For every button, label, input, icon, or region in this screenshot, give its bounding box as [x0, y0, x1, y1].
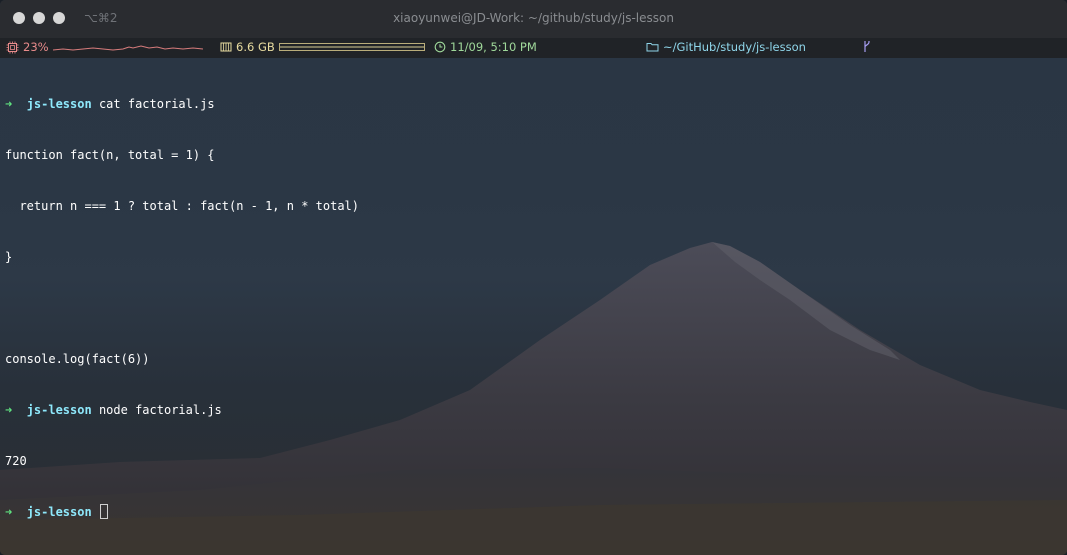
status-bar: 23% 6.6 GB 11/09, 5:10 PM ~/GitHub/study… — [0, 38, 1067, 58]
path-status: ~/GitHub/study/js-lesson — [646, 40, 806, 54]
prompt-arrow: ➜ — [5, 403, 13, 417]
command-text — [92, 505, 99, 519]
memory-status: 6.6 GB — [220, 40, 425, 54]
clock-status: 11/09, 5:10 PM — [434, 40, 537, 54]
window-title: xiaoyunwei@JD-Work: ~/github/study/js-le… — [393, 11, 674, 25]
terminal-window: ⌥⌘2 xiaoyunwei@JD-Work: ~/github/study/j… — [0, 0, 1067, 555]
output-line: console.log(fact(6)) — [5, 352, 150, 366]
memory-bar — [278, 43, 425, 51]
prompt-directory: js-lesson — [26, 97, 92, 111]
output-line: return n === 1 ? total : fact(n - 1, n *… — [5, 199, 360, 213]
command-text: cat factorial.js — [91, 97, 215, 111]
title-bar: ⌥⌘2 xiaoyunwei@JD-Work: ~/github/study/j… — [0, 0, 1067, 38]
folder-icon — [646, 43, 659, 52]
terminal-output[interactable]: ➜ js-lesson cat factorial.js function fa… — [5, 62, 359, 555]
git-branch-icon — [864, 41, 870, 52]
prompt-line: ➜ js-lesson — [5, 504, 359, 521]
terminal-cursor[interactable] — [99, 504, 108, 519]
git-branch-status — [862, 40, 872, 53]
output-line: 720 — [5, 454, 27, 468]
output-line: function fact(n, total = 1) { — [5, 148, 215, 162]
prompt-directory: js-lesson — [26, 403, 92, 417]
prompt-line: ➜ js-lesson cat factorial.js — [5, 96, 359, 113]
memory-value: 6.6 GB — [236, 40, 275, 54]
output-line: } — [5, 250, 13, 264]
datetime-value: 11/09, 5:10 PM — [450, 40, 537, 54]
cpu-sparkline — [52, 45, 203, 51]
prompt-arrow: ➜ — [5, 97, 13, 111]
cpu-status: 23% — [6, 40, 203, 54]
prompt-arrow: ➜ — [5, 505, 13, 519]
clock-icon — [434, 41, 446, 53]
prompt-directory: js-lesson — [26, 505, 92, 519]
command-text: node factorial.js — [91, 403, 222, 417]
cpu-icon — [6, 41, 19, 53]
memory-icon — [220, 42, 232, 52]
cpu-value: 23% — [23, 40, 49, 54]
prompt-line: ➜ js-lesson node factorial.js — [5, 402, 359, 419]
current-path: ~/GitHub/study/js-lesson — [663, 40, 806, 54]
